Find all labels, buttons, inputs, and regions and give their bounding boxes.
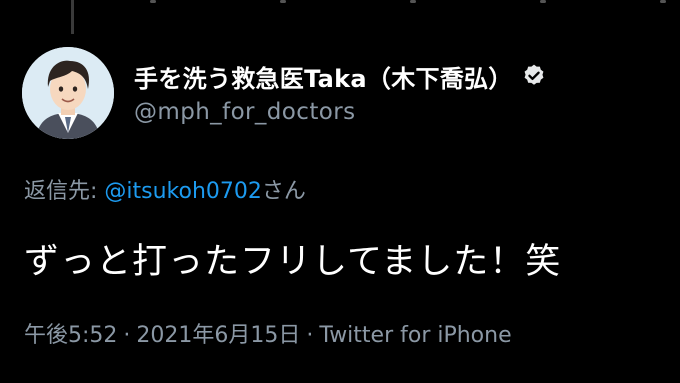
- avatar[interactable]: [22, 47, 114, 139]
- tweet-metadata: 午後5:52 · 2021年6月15日 · Twitter for iPhone: [24, 317, 512, 349]
- verified-badge-icon: [521, 63, 547, 89]
- tweet-source: Twitter for iPhone: [319, 323, 512, 348]
- tweet-time[interactable]: 午後5:52: [24, 323, 117, 348]
- meta-separator: ·: [123, 323, 131, 348]
- reply-honorific: さん: [261, 179, 306, 204]
- thread-connector-line: [71, 0, 74, 34]
- user-handle[interactable]: @mph_for_doctors: [134, 99, 547, 125]
- previous-tweet-action-edge: [150, 0, 670, 4]
- tweet-text: ずっと打ったフリしてました！笑: [24, 242, 562, 282]
- display-name[interactable]: 手を洗う救急医Taka（木下喬弘）: [134, 59, 513, 94]
- tweet-date[interactable]: 2021年6月15日: [136, 323, 300, 348]
- reply-mention-link[interactable]: @itsukoh0702: [104, 179, 262, 204]
- reply-to-line: 返信先: @itsukoh0702さん: [24, 173, 306, 205]
- meta-separator: ·: [306, 323, 314, 348]
- tweet-header: 手を洗う救急医Taka（木下喬弘） @mph_for_doctors: [22, 47, 660, 141]
- reply-to-label: 返信先:: [24, 179, 105, 204]
